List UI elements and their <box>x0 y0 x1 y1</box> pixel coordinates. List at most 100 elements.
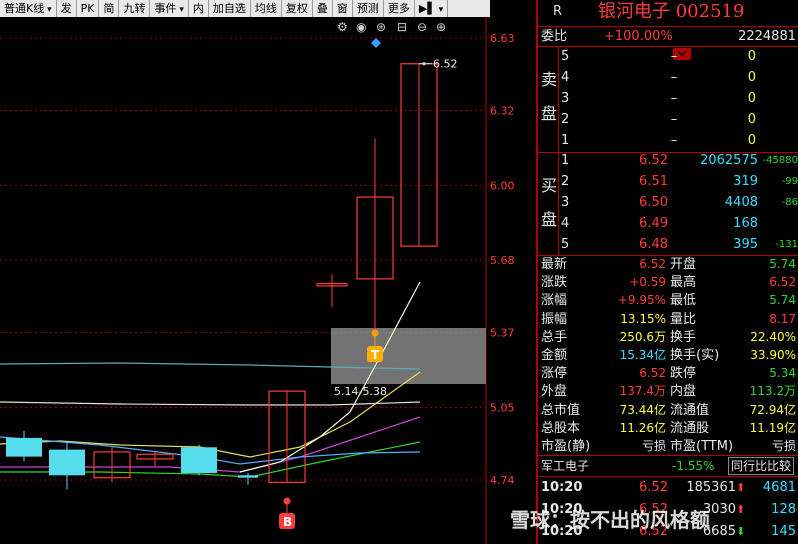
sell-price: – <box>670 133 678 148</box>
sell-volume: 0 <box>747 49 756 64</box>
divider <box>538 476 798 477</box>
toolbar-item[interactable]: 九转 <box>119 0 151 17</box>
toolbar-item[interactable]: 事件 <box>150 0 189 17</box>
buy-side-label-2: 盘 <box>541 210 558 229</box>
toolbar-item[interactable]: PK <box>77 0 100 17</box>
stat-value: 8.17 <box>769 311 796 326</box>
peer-compare-button[interactable]: 同行比比较 <box>728 457 795 475</box>
stat-label: 总手 <box>541 329 568 345</box>
r-label: R <box>553 4 563 19</box>
stat-value: 22.40% <box>750 329 796 344</box>
toolbar-item[interactable]: 简 <box>99 0 120 17</box>
toolbar-item[interactable]: 叠 <box>313 0 333 17</box>
candle-body[interactable] <box>181 447 217 473</box>
sector-name[interactable]: 军工电子 <box>541 456 589 476</box>
lock-icon[interactable]: ⊛ <box>376 20 386 34</box>
sell-level: 4 <box>561 70 570 85</box>
stat-value: 6.52 <box>769 275 796 290</box>
buy-volume-change: -131 <box>775 239 798 250</box>
stat-label: 最新 <box>541 257 568 272</box>
stat-label: 涨跌 <box>541 275 568 291</box>
toolbar-item[interactable]: 预测 <box>353 0 384 17</box>
eye-icon[interactable]: ◉ <box>356 20 366 34</box>
sell-price: – <box>670 49 678 64</box>
candle-body[interactable] <box>6 437 42 457</box>
candle-body[interactable] <box>238 475 258 478</box>
price-axis-label: 6.00 <box>490 179 515 192</box>
b-marker-label: B <box>283 515 292 529</box>
stat-value: 73.44亿 <box>619 402 666 417</box>
weibi-pct: +100.00% <box>604 29 673 44</box>
buy-volume: 168 <box>733 216 758 231</box>
stat-label: 量比 <box>670 311 697 327</box>
stat-label: 换手 <box>670 329 697 345</box>
stat-label: 最低 <box>670 293 697 309</box>
buy-price: 6.52 <box>639 153 668 168</box>
toolbar-item[interactable]: ▶▌ <box>415 0 449 17</box>
range-label: 5.14-5.38 <box>334 385 387 398</box>
weibi-volume: 2224881 <box>738 29 796 44</box>
toolbar-item[interactable]: 更多 <box>384 0 415 17</box>
stat-value: 13.15% <box>620 311 666 326</box>
sell-level: 1 <box>561 133 570 148</box>
sell-volume: 0 <box>747 91 756 106</box>
sector-change: -1.55% <box>672 459 715 473</box>
toolbar-item[interactable]: 加自选 <box>209 0 251 17</box>
toolbar-item[interactable]: 窗 <box>333 0 353 17</box>
stat-value: 33.90% <box>750 348 796 362</box>
sell-level: 5 <box>561 49 570 64</box>
gear-icon[interactable]: ⚙ <box>337 20 348 34</box>
divider <box>558 152 559 255</box>
buy-volume-change: -86 <box>781 197 798 208</box>
diamond-marker <box>371 38 381 48</box>
toolbar-item[interactable]: 复权 <box>282 0 313 17</box>
toolbar-item[interactable]: 均线 <box>251 0 282 17</box>
buy-volume: 2062575 <box>700 153 758 168</box>
watermark: 雪球：按不出的风格额 <box>510 508 710 532</box>
candle-body[interactable] <box>49 449 85 476</box>
t-marker-label: T <box>371 348 380 362</box>
b-marker-dot <box>283 497 291 505</box>
high-dot <box>422 62 426 66</box>
stat-label: 流通股 <box>670 420 710 436</box>
arrow-down-icon: ⬇ <box>736 525 746 538</box>
divider <box>538 152 798 153</box>
stat-value: 亏损 <box>641 439 666 453</box>
buy-volume: 319 <box>733 174 758 189</box>
stat-value: 5.74 <box>769 257 796 271</box>
stat-value: +0.59 <box>629 275 666 290</box>
price-axis-label: 6.63 <box>490 32 515 45</box>
stock-title: 银河电子 002519 <box>598 1 745 22</box>
stat-value: 亏损 <box>771 439 796 453</box>
plus-zoom-icon[interactable]: ⊖ <box>417 20 427 34</box>
divider <box>558 46 559 152</box>
sell-price: – <box>670 112 678 127</box>
toolbar-item[interactable]: 普通K线 <box>0 0 57 17</box>
chart-toolbar: 普通K线发PK简九转事件内加自选均线复权叠窗预测更多▶▌ <box>0 0 490 17</box>
buy-price: 6.49 <box>639 216 668 231</box>
price-axis-label: 5.37 <box>490 327 515 340</box>
toolbar-item[interactable]: 发 <box>57 0 77 17</box>
stat-value: +9.95% <box>617 293 666 308</box>
quote-panel: R 银河电子 002519 委比 +100.00% 2224881 5 – 0 4 – 0… <box>510 0 798 544</box>
sell-side-label-1: 卖 <box>541 70 558 89</box>
stat-label: 外盘 <box>541 384 568 400</box>
stat-label: 换手(实) <box>670 348 720 363</box>
minus-zoom-icon[interactable]: ⊟ <box>397 20 407 34</box>
stat-label: 总市值 <box>541 402 581 418</box>
close-icon[interactable]: ⊕ <box>436 20 446 34</box>
stat-label: 市盈(TTM) <box>670 439 734 454</box>
price-axis-label: 4.74 <box>490 474 515 487</box>
price-axis-label: 5.05 <box>490 402 515 415</box>
toolbar-item[interactable]: 内 <box>189 0 209 17</box>
stat-value: 72.94亿 <box>749 402 796 417</box>
arrow-up-icon: ⬆ <box>736 481 746 494</box>
buy-price: 6.50 <box>639 195 668 210</box>
sell-level: 2 <box>561 112 570 127</box>
kline-chart[interactable]: 6.63 6.32 6.00 5.68 5.37 5.05 4.74 ⚙ ◉ ⊛ ⊟ ⊖ ⊕ 6.52 5.… <box>0 17 537 544</box>
stat-value: 250.6万 <box>619 329 666 344</box>
high-price-label: 6.52 <box>433 58 458 71</box>
stat-label: 涨幅 <box>541 293 568 309</box>
stat-label: 振幅 <box>541 311 568 327</box>
sell-price: – <box>670 70 678 85</box>
